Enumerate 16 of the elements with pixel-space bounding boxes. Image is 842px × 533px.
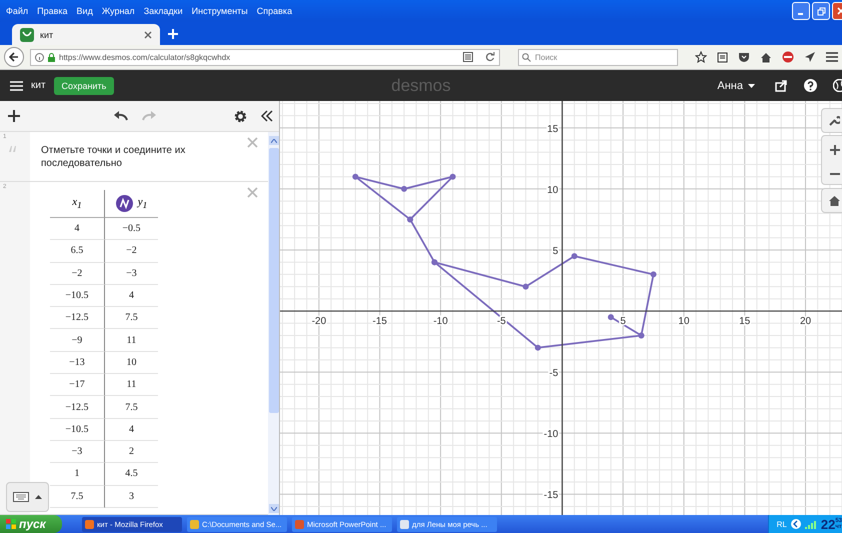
axis-tick-label: -15 <box>544 490 558 502</box>
url-text: https://www.desmos.com/calculator/s8gkqcwhdx <box>59 52 232 62</box>
axis-tick-label: -15 <box>372 316 387 328</box>
axis-tick-label: 20 <box>800 316 812 328</box>
tab-title: кит <box>40 30 54 40</box>
graph-title: кит <box>31 80 46 91</box>
axis-tick-label: 10 <box>678 316 690 328</box>
axis-tick-label: -10 <box>544 429 558 440</box>
axis-tick-label: -10 <box>433 316 448 328</box>
axis-tick-label: -5 <box>496 316 506 328</box>
axis-tick-label: -5 <box>549 368 558 380</box>
axis-tick-label: -20 <box>312 316 326 328</box>
axis-tick-label: 5 <box>552 246 558 257</box>
axis-tick-label: 10 <box>547 184 558 196</box>
axis-tick-label: 15 <box>547 124 558 135</box>
axis-tick-label: 15 <box>739 316 750 328</box>
